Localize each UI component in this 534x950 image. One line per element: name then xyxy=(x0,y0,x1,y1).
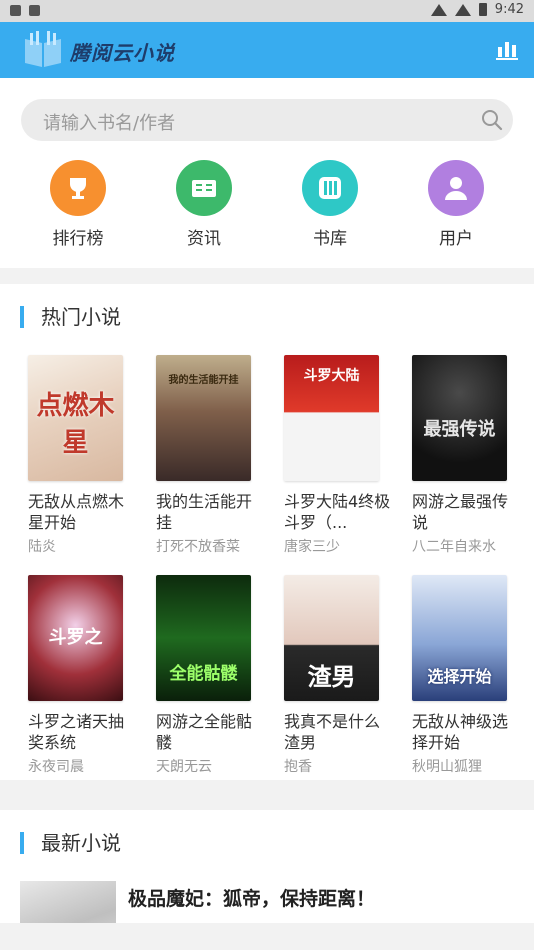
book-item[interactable]: 最强传说 网游之最强传说 八二年自来水 xyxy=(412,355,527,556)
book-cover: 点燃木星 xyxy=(28,355,123,481)
book-cover: 斗罗大陆 xyxy=(284,355,379,481)
signal-icon xyxy=(454,3,471,16)
book-author: 永夜司晨 xyxy=(28,759,84,775)
book-author: 秋明山狐狸 xyxy=(412,759,482,775)
book-cover: 选择开始 xyxy=(412,575,507,701)
app-title: 腾阅云小说 xyxy=(70,41,175,65)
book-item[interactable]: 渣男 我真不是什么渣男 抱香 xyxy=(284,575,399,776)
book-author: 八二年自来水 xyxy=(412,539,496,555)
cover-title: 斗罗大陆 xyxy=(303,368,360,384)
book-cover: 斗罗之 xyxy=(28,575,123,701)
book-cover: 我的生活能开挂 xyxy=(156,355,251,481)
nav-library[interactable]: 书库 xyxy=(280,160,380,249)
book-title: 我的生活能开挂 xyxy=(156,492,253,532)
search-icon[interactable] xyxy=(481,109,503,131)
notification-icon xyxy=(29,5,40,16)
book-title: 无敌从点燃木星开始 xyxy=(28,492,125,532)
book-title[interactable]: 极品魔妃：狐帝，保持距离！ xyxy=(128,884,375,911)
status-bar: 9:42 xyxy=(0,0,534,22)
status-time: 9:42 xyxy=(494,2,524,17)
top-card: 请输入书名/作者 排行榜 资讯 书库 用户 xyxy=(0,78,534,268)
book-item[interactable]: 点燃木星 无敌从点燃木星开始 陆炎 xyxy=(28,355,143,556)
book-item[interactable]: 斗罗之 斗罗之诸天抽奖系统 永夜司晨 xyxy=(28,575,143,776)
search-placeholder: 请输入书名/作者 xyxy=(43,113,176,134)
book-item[interactable]: 全能骷髅 网游之全能骷髅 天朗无云 xyxy=(156,575,271,776)
wifi-icon xyxy=(430,3,447,16)
bottom-spacer xyxy=(0,923,534,950)
section-title: 热门小说 xyxy=(20,306,121,328)
nav-label: 资讯 xyxy=(187,229,221,249)
cover-title: 渣男 xyxy=(307,662,356,691)
cover-title: 选择开始 xyxy=(427,667,492,686)
news-icon xyxy=(176,160,232,216)
nav-label: 用户 xyxy=(439,229,473,249)
book-title: 斗罗之诸天抽奖系统 xyxy=(28,712,125,752)
cover-title: 点燃木星 xyxy=(36,391,115,458)
book-cover: 渣男 xyxy=(284,575,379,701)
book-item[interactable]: 我的生活能开挂 我的生活能开挂 打死不放香菜 xyxy=(156,355,271,556)
book-title: 斗罗大陆4终极斗罗（... xyxy=(284,492,391,532)
app-header: 腾阅云小说 xyxy=(0,22,534,78)
book-author: 打死不放香菜 xyxy=(156,539,240,555)
book-title: 无敌从神级选择开始 xyxy=(412,712,509,752)
cover-title: 斗罗之 xyxy=(48,627,103,648)
book-logo-icon xyxy=(25,31,61,67)
trophy-icon xyxy=(50,160,106,216)
book-item[interactable]: 斗罗大陆 斗罗大陆4终极斗罗（... 唐家三少 xyxy=(284,355,399,556)
cover-title: 最强传说 xyxy=(423,419,496,440)
book-author: 陆炎 xyxy=(28,539,56,555)
latest-novels-section: 最新小说 极品魔妃：狐帝，保持距离！ xyxy=(0,810,534,950)
section-title: 最新小说 xyxy=(20,832,121,854)
user-icon xyxy=(428,160,484,216)
search-input[interactable]: 请输入书名/作者 xyxy=(21,99,513,141)
nav-label: 排行榜 xyxy=(52,229,104,249)
nav-ranking[interactable]: 排行榜 xyxy=(28,160,128,249)
nav-user[interactable]: 用户 xyxy=(406,160,506,249)
nav-news[interactable]: 资讯 xyxy=(154,160,254,249)
battery-icon xyxy=(478,3,487,16)
book-title: 网游之最强传说 xyxy=(412,492,509,532)
book-title: 网游之全能骷髅 xyxy=(156,712,253,752)
book-title: 我真不是什么渣男 xyxy=(284,712,381,752)
cover-title: 我的生活能开挂 xyxy=(168,375,239,386)
ranking-chart-icon[interactable] xyxy=(496,39,518,61)
hot-novels-section: 热门小说 点燃木星 无敌从点燃木星开始 陆炎 我的生活能开挂 我的生活能开挂 打… xyxy=(0,284,534,780)
notification-icon xyxy=(10,5,21,16)
nav-label: 书库 xyxy=(313,229,347,249)
cover-title: 全能骷髅 xyxy=(169,664,238,684)
book-author: 唐家三少 xyxy=(284,539,340,555)
book-author: 抱香 xyxy=(284,759,312,775)
library-icon xyxy=(302,160,358,216)
book-cover: 全能骷髅 xyxy=(156,575,251,701)
book-author: 天朗无云 xyxy=(156,759,212,775)
book-item[interactable]: 选择开始 无敌从神级选择开始 秋明山狐狸 xyxy=(412,575,527,776)
book-cover: 最强传说 xyxy=(412,355,507,481)
